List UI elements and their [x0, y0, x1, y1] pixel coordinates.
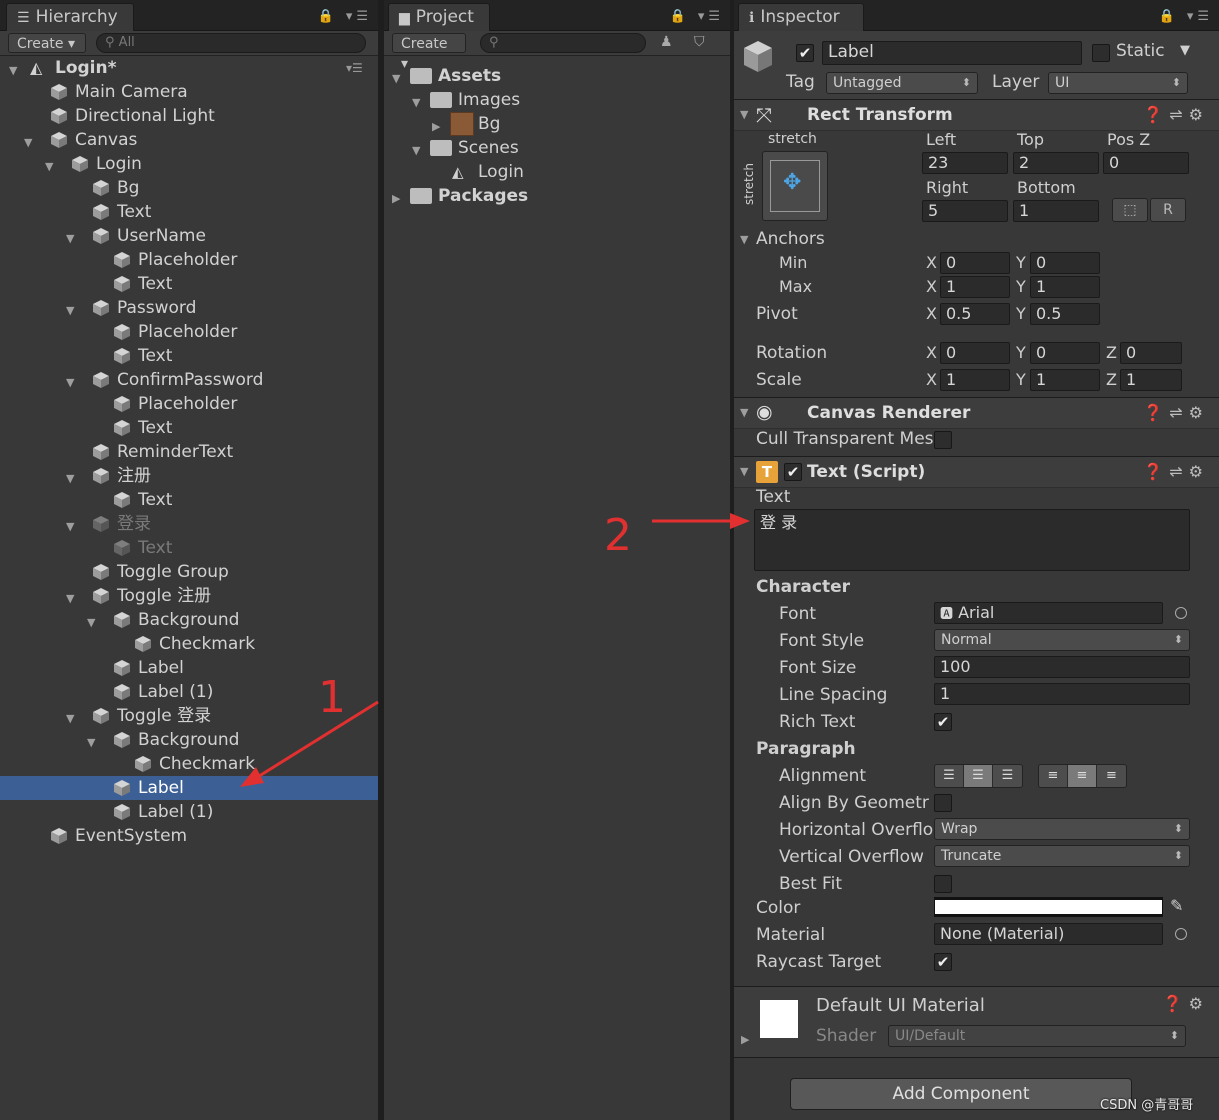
annotation-label-2: 2	[604, 510, 632, 561]
annotation-label-1: 1	[318, 672, 346, 723]
